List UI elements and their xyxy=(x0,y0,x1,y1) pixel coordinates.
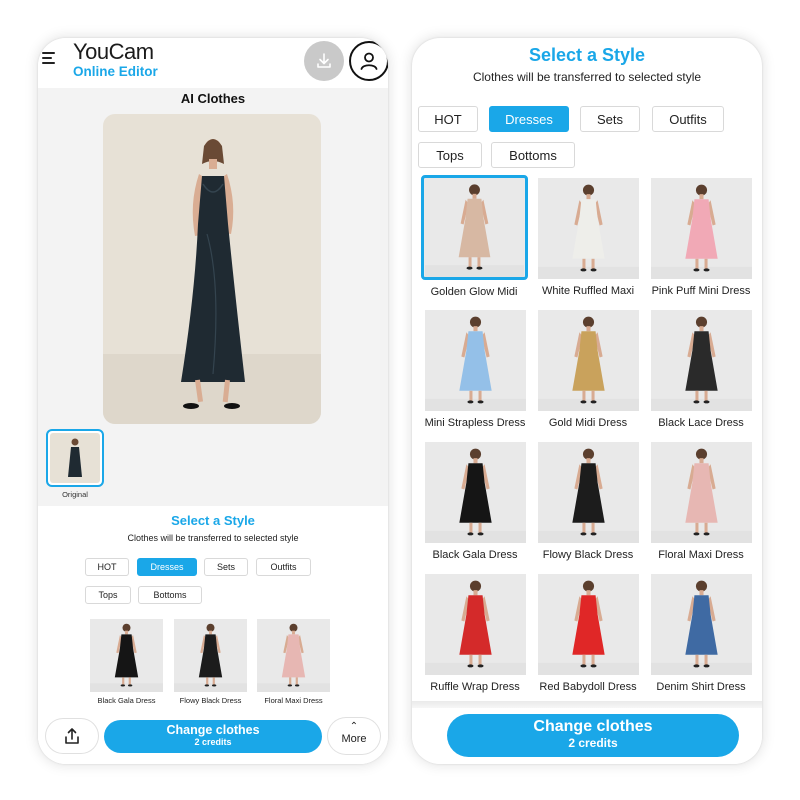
style-card-name: Black Gala Dress xyxy=(432,549,518,561)
logo-main-text: YouCam xyxy=(73,39,154,64)
style-card[interactable]: Ruffle Wrap Dress xyxy=(420,574,530,693)
original-thumbnail-image xyxy=(50,433,100,483)
tab-bottoms[interactable]: Bottoms xyxy=(491,142,575,168)
style-card-image xyxy=(174,619,247,692)
style-card-name: White Ruffled Maxi xyxy=(541,285,635,297)
style-card[interactable]: White Ruffled Maxi xyxy=(533,178,643,297)
style-card-name: Golden Glow Midi xyxy=(430,286,518,298)
tab-dresses[interactable]: Dresses xyxy=(489,106,569,132)
style-card[interactable]: Black Lace Dress xyxy=(646,310,756,429)
style-card-selected[interactable]: Golden Glow Midi xyxy=(419,175,529,298)
style-card-name: Flowy Black Dress xyxy=(542,549,634,561)
style-card-image xyxy=(420,175,528,280)
tab-outfits[interactable]: Outfits xyxy=(652,106,724,132)
style-card[interactable]: Pink Puff Mini Dress xyxy=(646,178,756,297)
style-panel-subtitle: Clothes will be transferred to selected … xyxy=(472,70,702,84)
main-photo xyxy=(103,114,321,424)
style-card-image xyxy=(650,442,752,543)
style-card-image xyxy=(650,310,752,411)
style-card-image xyxy=(650,574,752,675)
style-card-name: Floral Maxi Dress xyxy=(658,549,744,561)
style-card-image xyxy=(424,310,526,411)
style-card-image xyxy=(424,442,526,543)
credits-label: 2 credits xyxy=(194,737,232,747)
original-thumbnail[interactable] xyxy=(46,429,104,487)
style-card-image xyxy=(537,178,639,279)
style-card-name: Denim Shirt Dress xyxy=(656,681,746,693)
original-label: Original xyxy=(62,490,88,499)
change-clothes-button[interactable]: Change clothes 2 credits xyxy=(447,714,739,757)
more-label: More xyxy=(341,733,367,745)
hamburger-icon[interactable] xyxy=(42,52,55,64)
tab-bottoms[interactable]: Bottoms xyxy=(138,586,202,604)
style-card-image xyxy=(650,178,752,279)
change-clothes-label: Change clothes xyxy=(166,723,260,737)
style-card[interactable]: Floral Maxi Dress xyxy=(257,619,330,705)
style-card-name: Gold Midi Dress xyxy=(548,417,628,429)
style-card-name: Pink Puff Mini Dress xyxy=(651,285,751,297)
model-photo xyxy=(103,114,321,424)
style-card-image xyxy=(537,574,639,675)
tab-tops[interactable]: Tops xyxy=(418,142,482,168)
app-header: YouCam Online Editor xyxy=(38,38,388,88)
tab-hot[interactable]: HOT xyxy=(85,558,129,576)
style-panel-title: Select a Style xyxy=(528,45,646,65)
tab-tops[interactable]: Tops xyxy=(85,586,131,604)
style-card[interactable]: Flowy Black Dress xyxy=(174,619,247,705)
change-clothes-label: Change clothes xyxy=(533,718,653,735)
style-card-name: Floral Maxi Dress xyxy=(264,696,323,705)
style-card-name: Ruffle Wrap Dress xyxy=(430,681,520,693)
phone-right: Select a Style Clothes will be transferr… xyxy=(412,38,762,764)
style-card[interactable]: Denim Shirt Dress xyxy=(646,574,756,693)
style-card-name: Black Lace Dress xyxy=(658,417,744,429)
style-card-name: Flowy Black Dress xyxy=(179,696,242,705)
app-logo[interactable]: YouCam Online Editor xyxy=(73,41,158,79)
tab-dresses[interactable]: Dresses xyxy=(137,558,197,576)
page-title: AI Clothes xyxy=(180,91,246,106)
style-card-name: Black Gala Dress xyxy=(97,696,156,705)
style-card[interactable]: Gold Midi Dress xyxy=(533,310,643,429)
style-card-image xyxy=(257,619,330,692)
phone-left: YouCam Online Editor AI Clothes Original… xyxy=(38,38,388,764)
user-icon xyxy=(360,52,378,70)
chevron-up-icon: ⌃ xyxy=(349,721,359,732)
change-clothes-button[interactable]: Change clothes 2 credits xyxy=(104,720,322,753)
more-button[interactable]: ⌃ More xyxy=(328,718,380,754)
style-card[interactable]: Floral Maxi Dress xyxy=(646,442,756,561)
style-card[interactable]: Black Gala Dress xyxy=(90,619,163,705)
style-card-image xyxy=(424,574,526,675)
style-panel-title: Select a Style xyxy=(171,513,255,528)
style-card[interactable]: Flowy Black Dress xyxy=(533,442,643,561)
share-button[interactable] xyxy=(46,719,98,753)
profile-button[interactable] xyxy=(349,41,388,81)
style-card[interactable]: Mini Strapless Dress xyxy=(420,310,530,429)
share-icon xyxy=(65,728,79,744)
tab-sets[interactable]: Sets xyxy=(580,106,640,132)
tab-hot[interactable]: HOT xyxy=(418,106,478,132)
style-card-name: Mini Strapless Dress xyxy=(424,417,526,429)
style-panel-subtitle: Clothes will be transferred to selected … xyxy=(127,533,299,543)
download-button[interactable] xyxy=(304,41,344,81)
bottom-action-bar: Change clothes 2 credits xyxy=(412,708,762,764)
logo-sub-text: Online Editor xyxy=(73,64,158,79)
tab-sets[interactable]: Sets xyxy=(204,558,248,576)
style-card[interactable]: Black Gala Dress xyxy=(420,442,530,561)
credits-label: 2 credits xyxy=(568,736,618,750)
bottom-action-bar: Change clothes 2 credits ⌃ More xyxy=(38,714,388,764)
download-icon xyxy=(317,53,331,68)
tab-outfits[interactable]: Outfits xyxy=(256,558,311,576)
style-card-image xyxy=(90,619,163,692)
style-card-name: Red Babydoll Dress xyxy=(539,681,637,693)
style-card-image xyxy=(537,442,639,543)
style-card[interactable]: Red Babydoll Dress xyxy=(533,574,643,693)
style-card-image xyxy=(537,310,639,411)
